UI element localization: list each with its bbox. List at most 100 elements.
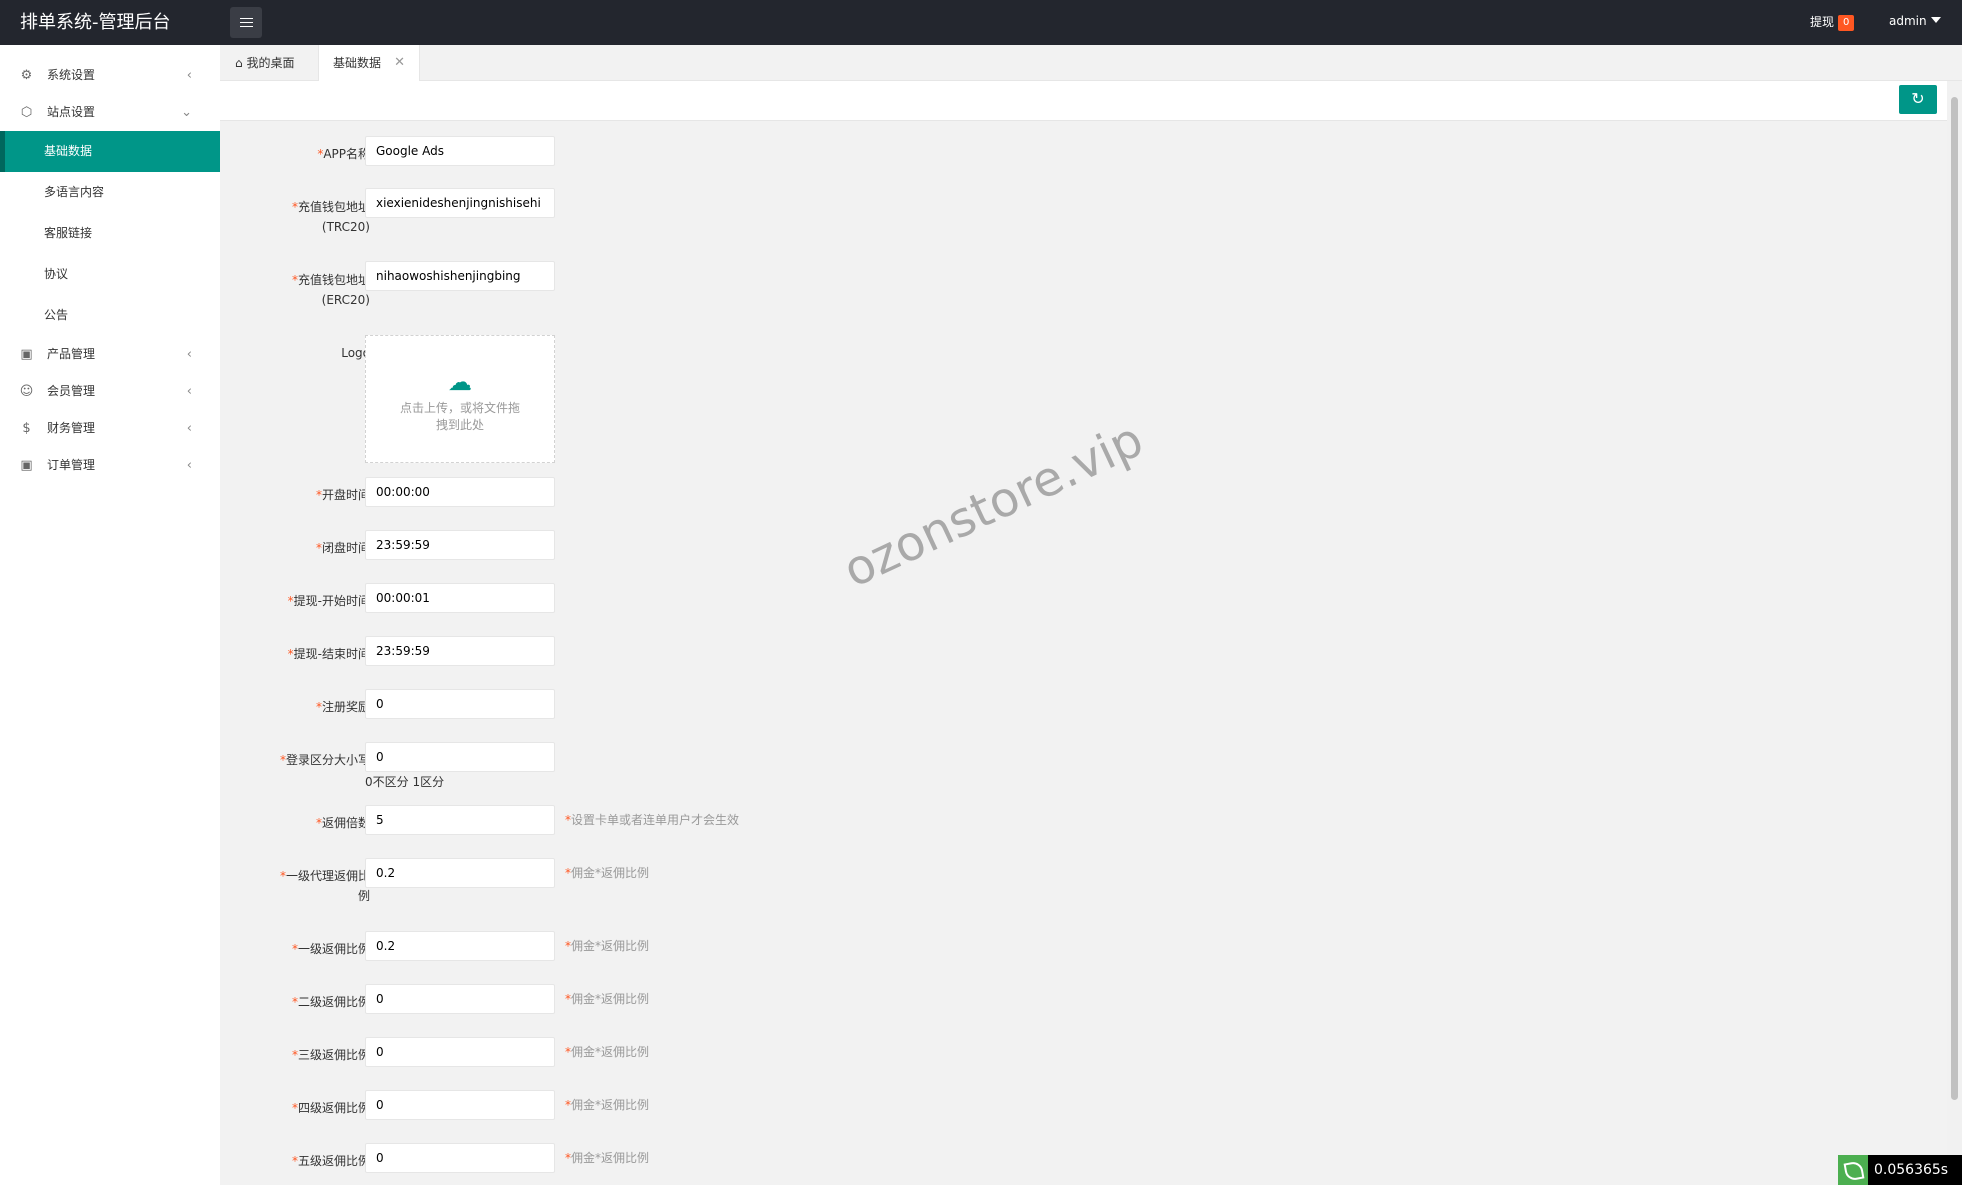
user-name: admin: [1889, 14, 1927, 28]
level2-label: *二级返佣比例: [291, 995, 370, 1009]
dollar-icon: $: [22, 421, 31, 436]
refresh-button[interactable]: ↻: [1899, 85, 1937, 114]
level4-hint: *佣金*返佣比例: [565, 1098, 650, 1112]
sidebar-group-system[interactable]: ⚙ 系统设置 ‹: [0, 57, 220, 94]
agent-level1-input[interactable]: 0.2: [365, 858, 555, 888]
close-time-label: *闭盘时间: [315, 541, 370, 555]
chevron-left-icon: ‹: [186, 421, 192, 436]
erc20-label: *充值钱包地址 (ERC20): [291, 273, 370, 307]
register-reward-input[interactable]: 0: [365, 689, 555, 719]
refresh-icon: ↻: [1911, 89, 1925, 108]
gear-icon: ⚙: [20, 68, 33, 83]
commission-multiple-hint: *设置卡单或者连单用户才会生效: [565, 813, 740, 827]
leaf-logo-icon: [1838, 1155, 1868, 1185]
logo-upload-area[interactable]: ☁ 点击上传，或将文件拖拽到此处: [365, 335, 555, 463]
agent-level1-label: *一级代理返佣比例: [279, 869, 370, 903]
cloud-upload-icon: ☁: [448, 368, 472, 396]
timer-value: 0.056365s: [1874, 1162, 1949, 1178]
level4-label: *四级返佣比例: [291, 1101, 370, 1115]
tab-label: 基础数据: [333, 56, 382, 70]
level4-input[interactable]: 0: [365, 1090, 555, 1120]
login-case-label: *登录区分大小写: [279, 753, 370, 767]
sidebar-group-order[interactable]: ▣ 订单管理 ‹: [0, 447, 220, 484]
app-name-label: *APP名称: [317, 147, 370, 161]
level5-input[interactable]: 0: [365, 1143, 555, 1173]
level3-label: *三级返佣比例: [291, 1048, 370, 1062]
sidebar-group-label: 会员管理: [47, 384, 96, 398]
tab-home[interactable]: ⌂ 我的桌面: [235, 45, 294, 81]
withdraw-link[interactable]: 提现 0: [1810, 0, 1855, 45]
menu-toggle-button[interactable]: [230, 7, 262, 38]
sidebar-group-finance[interactable]: $ 财务管理 ‹: [0, 410, 220, 447]
site-icon: ⬡: [20, 105, 33, 120]
withdraw-end-label: *提现-结束时间: [287, 647, 370, 661]
level2-hint: *佣金*返佣比例: [565, 992, 650, 1006]
sidebar-item-support-link[interactable]: 客服链接: [0, 213, 220, 254]
app-title: 排单系统-管理后台: [20, 12, 171, 33]
chevron-left-icon: ‹: [186, 347, 192, 362]
home-icon: ⌂: [235, 56, 243, 70]
sidebar-item-multilang[interactable]: 多语言内容: [0, 172, 220, 213]
close-icon[interactable]: ✕: [394, 45, 405, 81]
hamburger-icon: [239, 18, 253, 27]
close-time-input[interactable]: 23:59:59: [365, 530, 555, 560]
sidebar-item-basic-data[interactable]: 基础数据: [0, 131, 220, 172]
agent-level1-hint: *佣金*返佣比例: [565, 866, 650, 880]
user-menu[interactable]: admin: [1889, 0, 1941, 45]
scrollbar-thumb[interactable]: [1951, 97, 1958, 1100]
sidebar-item-agreement[interactable]: 协议: [0, 254, 220, 295]
content-toolbar: ↻: [220, 81, 1947, 121]
chevron-left-icon: ‹: [186, 458, 192, 473]
level1-hint: *佣金*返佣比例: [565, 939, 650, 953]
trc20-label: *充值钱包地址 (TRC20): [291, 200, 370, 234]
vertical-scrollbar[interactable]: [1947, 81, 1962, 1185]
login-case-note: 0不区分 1区分: [365, 775, 445, 789]
open-time-label: *开盘时间: [315, 488, 370, 502]
main-content: ↻ *APP名称 Google Ads *充值钱包地址 (TRC20) xiexi…: [220, 81, 1947, 1185]
caret-down-icon: [1930, 17, 1941, 23]
sidebar-group-label: 站点设置: [47, 105, 96, 119]
level2-input[interactable]: 0: [365, 984, 555, 1014]
withdraw-label: 提现: [1810, 15, 1835, 29]
level5-hint: *佣金*返佣比例: [565, 1151, 650, 1165]
commission-multiple-label: *返佣倍数: [315, 816, 370, 830]
tab-label: 我的桌面: [246, 56, 295, 70]
sidebar-group-label: 系统设置: [47, 68, 96, 82]
erc20-input[interactable]: nihaowoshishenjingbing: [365, 261, 555, 291]
chevron-down-icon: ⌄: [181, 105, 192, 120]
sidebar-group-label: 财务管理: [47, 421, 96, 435]
level1-input[interactable]: 0.2: [365, 931, 555, 961]
sidebar-group-member[interactable]: ☺ 会员管理 ‹: [0, 373, 220, 410]
chevron-left-icon: ‹: [186, 384, 192, 399]
login-case-input[interactable]: 0: [365, 742, 555, 772]
user-icon: ☺: [19, 384, 34, 399]
sidebar-group-site[interactable]: ⬡ 站点设置 ⌄: [0, 94, 220, 131]
box-icon: ▣: [20, 458, 33, 473]
level1-label: *一级返佣比例: [291, 942, 370, 956]
withdraw-count-badge: 0: [1838, 14, 1855, 31]
upload-hint: 点击上传，或将文件拖拽到此处: [399, 401, 520, 432]
chevron-left-icon: ‹: [186, 68, 192, 83]
top-header: 排单系统-管理后台 提现 0 admin: [0, 0, 1962, 45]
logo-label: Logo: [341, 346, 370, 360]
withdraw-start-input[interactable]: 00:00:01: [365, 583, 555, 613]
sidebar-item-notice[interactable]: 公告: [0, 295, 220, 336]
level3-hint: *佣金*返佣比例: [565, 1045, 650, 1059]
open-time-input[interactable]: 00:00:00: [365, 477, 555, 507]
box-icon: ▣: [20, 347, 33, 362]
app-name-input[interactable]: Google Ads: [365, 136, 555, 166]
level3-input[interactable]: 0: [365, 1037, 555, 1067]
sidebar: ⚙ 系统设置 ‹ ⬡ 站点设置 ⌄ 基础数据 多语言内容 客服链接 协议 公告 …: [0, 45, 220, 1185]
register-reward-label: *注册奖励: [315, 700, 370, 714]
sidebar-group-label: 订单管理: [47, 458, 96, 472]
commission-multiple-input[interactable]: 5: [365, 805, 555, 835]
withdraw-end-input[interactable]: 23:59:59: [365, 636, 555, 666]
sidebar-group-label: 产品管理: [47, 347, 96, 361]
tab-basic-data[interactable]: 基础数据 ✕: [318, 45, 420, 81]
level5-label: *五级返佣比例: [291, 1154, 370, 1168]
sidebar-group-product[interactable]: ▣ 产品管理 ‹: [0, 336, 220, 373]
debug-timer[interactable]: 0.056365s: [1838, 1155, 1962, 1185]
trc20-input[interactable]: xiexienideshenjingnishisehi: [365, 188, 555, 218]
tab-bar: ⌂ 我的桌面 基础数据 ✕: [220, 45, 1962, 81]
withdraw-start-label: *提现-开始时间: [287, 594, 370, 608]
